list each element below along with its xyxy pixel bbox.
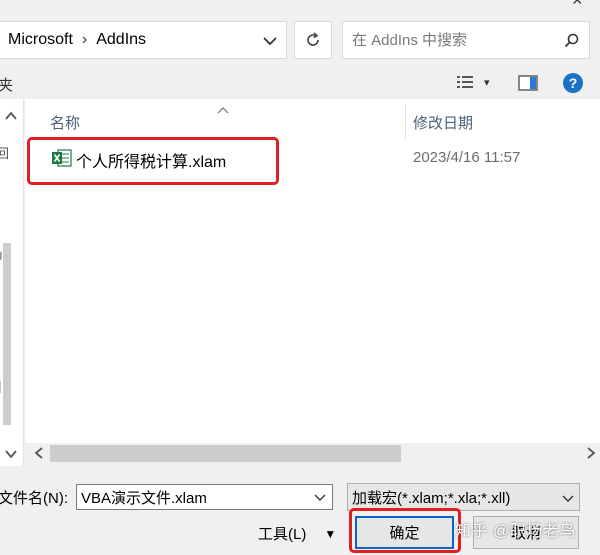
- view-dropdown-icon: ▾: [484, 76, 490, 89]
- nav-scrollbar-thumb[interactable]: [3, 243, 11, 425]
- nav-item-fragment[interactable]: ╯: [0, 252, 5, 268]
- close-window-button[interactable]: ×: [572, 0, 583, 11]
- tools-dropdown-icon: ▼: [324, 526, 337, 541]
- search-box[interactable]: [342, 21, 590, 59]
- column-header-modified[interactable]: 修改日期: [413, 112, 473, 133]
- column-header-name[interactable]: 名称: [50, 112, 80, 133]
- breadcrumb-separator: ›: [81, 31, 88, 48]
- tools-label: 工具(L): [258, 526, 307, 543]
- help-button[interactable]: ?: [563, 73, 583, 93]
- view-options-icon: [457, 76, 473, 88]
- preview-pane-icon: [518, 75, 538, 91]
- view-options-button[interactable]: ▾: [456, 74, 490, 90]
- tools-button[interactable]: 工具(L) ▼: [258, 523, 336, 544]
- highlight-box: [349, 508, 461, 553]
- column-divider[interactable]: [405, 104, 406, 140]
- breadcrumb-microsoft[interactable]: Microsoft: [8, 31, 73, 49]
- highlight-box: [27, 137, 279, 185]
- horizontal-scrollbar-thumb[interactable]: [50, 445, 401, 462]
- breadcrumb-addins[interactable]: AddIns: [96, 31, 146, 49]
- nav-scroll-down-icon[interactable]: [5, 446, 17, 464]
- file-type-value[interactable]: 加载宏(*.xlam;*.xla;*.xll): [352, 487, 510, 508]
- filename-dropdown-icon[interactable]: [314, 489, 326, 507]
- refresh-button[interactable]: [294, 21, 332, 59]
- file-modified-cell[interactable]: 2023/4/16 11:57: [413, 149, 520, 166]
- file-type-select[interactable]: 加载宏(*.xlam;*.xla;*.xll): [347, 483, 580, 511]
- sort-ascending-icon: [217, 101, 229, 119]
- nav-scroll-up-icon[interactable]: [5, 108, 17, 126]
- refresh-icon: [307, 32, 319, 46]
- filename-field[interactable]: VBA演示文件.xlam: [76, 484, 333, 510]
- scroll-right-icon[interactable]: [586, 446, 596, 464]
- filename-value[interactable]: VBA演示文件.xlam: [81, 487, 207, 508]
- address-bar[interactable]: Microsoft › AddIns: [0, 21, 287, 59]
- search-icon[interactable]: [564, 33, 579, 48]
- scroll-left-icon[interactable]: [34, 446, 44, 464]
- nav-item-fragment[interactable]: 】: [0, 377, 9, 396]
- watermark: 知乎 @职场老鸟: [455, 523, 576, 540]
- search-input[interactable]: [352, 31, 552, 49]
- file-type-dropdown-icon[interactable]: [562, 490, 574, 508]
- nav-item-fragment[interactable]: 回: [0, 143, 9, 162]
- chevron-down-icon[interactable]: [260, 33, 280, 49]
- preview-pane-button[interactable]: [518, 75, 538, 96]
- toolbar-fragment: 夹: [0, 77, 14, 94]
- filename-label: 文件名(N):: [0, 490, 68, 507]
